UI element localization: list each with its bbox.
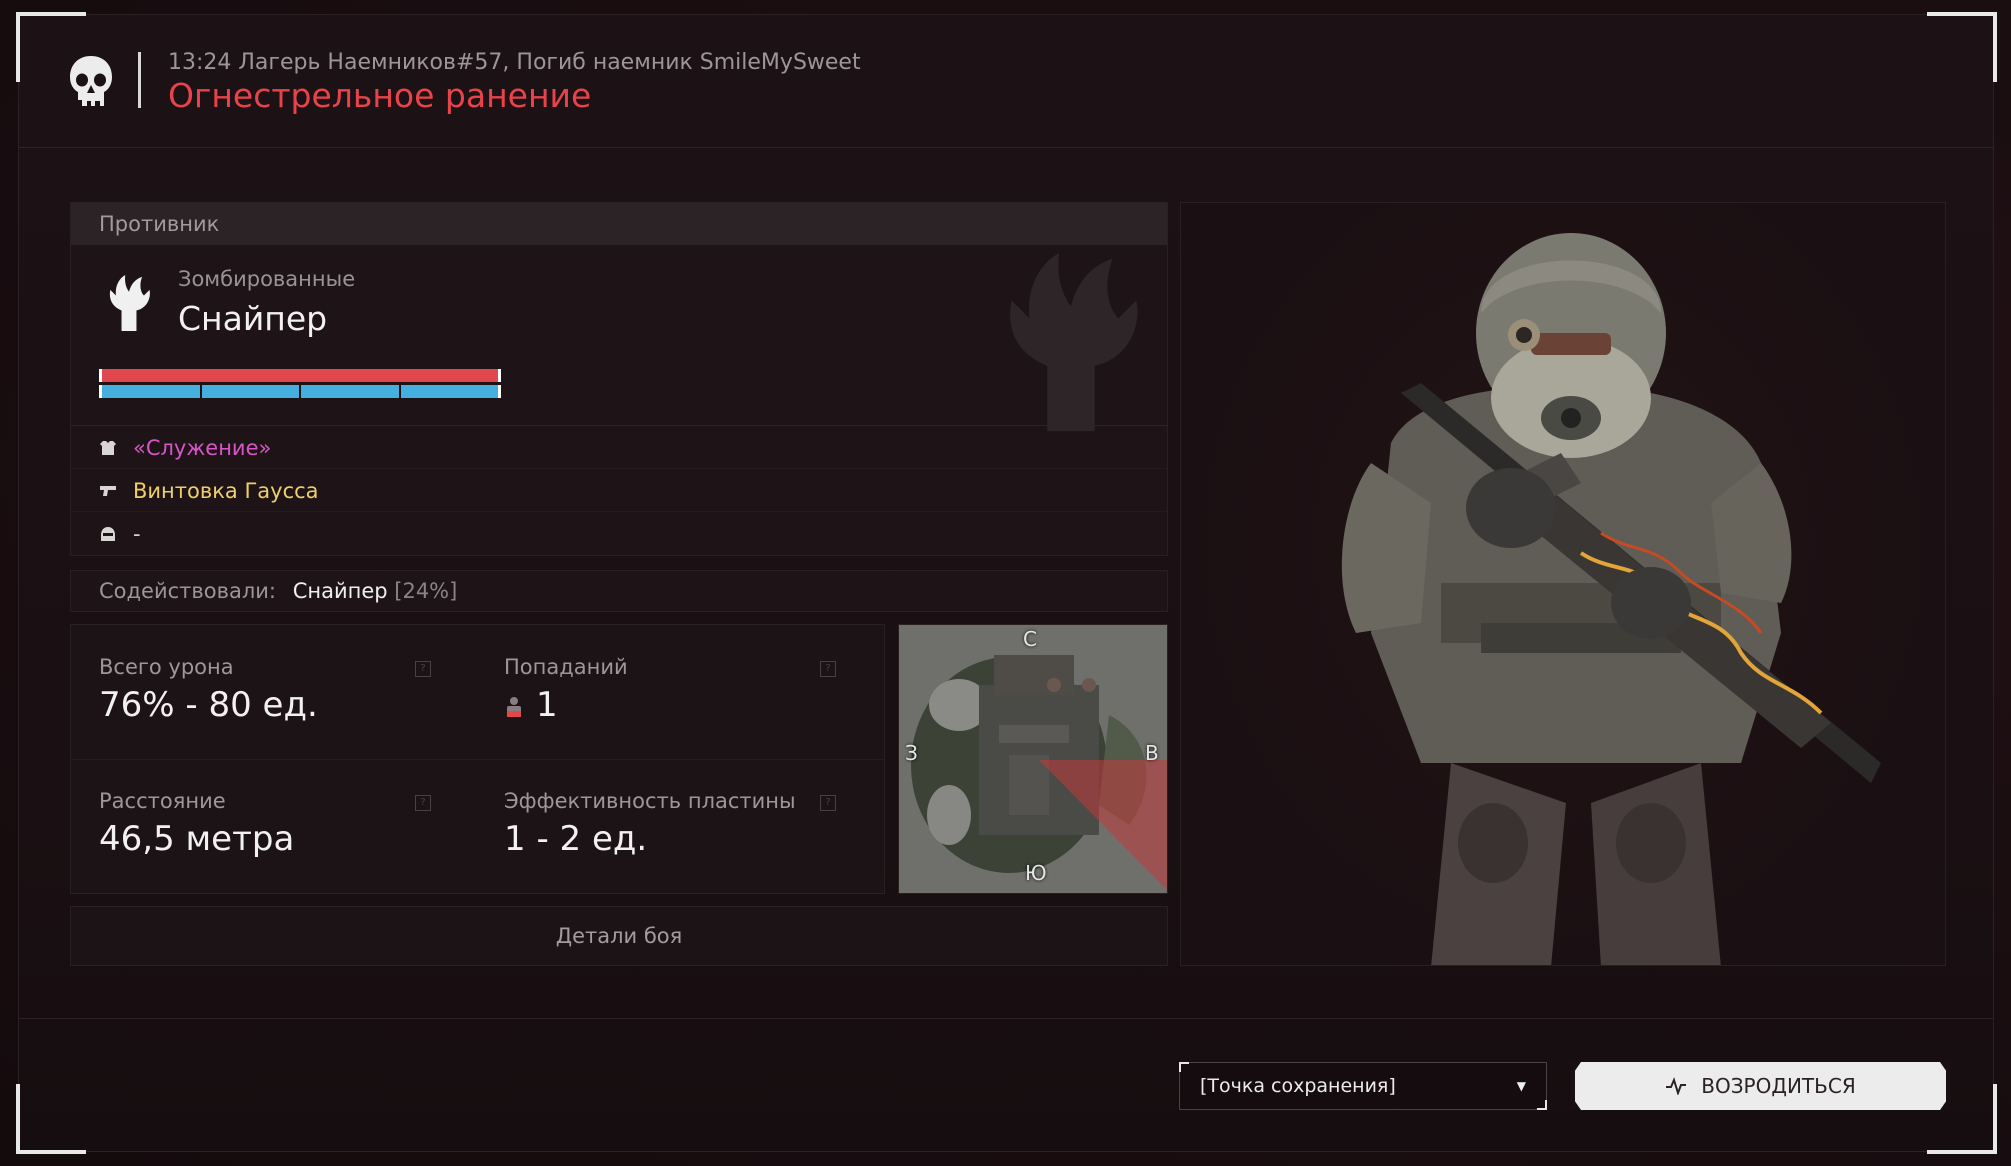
stat-value: 46,5 метра (99, 819, 295, 859)
assist-row: Содействовали: Снайпер [24%] (70, 570, 1168, 612)
stat-hits: Попаданий 1 ? (476, 625, 846, 745)
equipment-weapon-row: Винтовка Гаусса (99, 476, 319, 506)
zombified-faction-icon (109, 275, 150, 331)
equipment-helmet-row: - (99, 519, 141, 549)
chevron-down-icon: ▼ (1516, 1079, 1526, 1093)
pulse-icon (1666, 1077, 1687, 1095)
stat-total-damage: Всего урона 76% - 80 ед. ? (71, 625, 441, 745)
compass-north: С (1023, 627, 1037, 651)
skull-icon (70, 56, 112, 106)
assist-label: Содействовали: (99, 579, 276, 603)
hits-count: 1 (536, 685, 558, 725)
soldier-model-image (1341, 233, 1881, 965)
help-icon[interactable]: ? (415, 795, 431, 811)
footer-divider (18, 1018, 1994, 1019)
death-cause-title: Огнестрельное ранение (168, 76, 592, 115)
enemy-status-bars (99, 369, 501, 398)
stat-label: Эффективность пластины (504, 789, 796, 813)
compass-east: В (1145, 741, 1159, 765)
assist-name: Снайпер (292, 579, 388, 603)
stat-value: 76% - 80 ед. (99, 685, 318, 725)
equipment-row-divider (71, 468, 1167, 469)
stat-plate-efficiency: Эффективность пластины 1 - 2 ед. ? (476, 759, 846, 879)
combat-stats: Всего урона 76% - 80 ед. ? Попаданий 1 ?… (70, 624, 885, 894)
spawn-point-select[interactable]: [Точка сохранения] ▼ (1179, 1062, 1547, 1110)
enemy-name: Снайпер (178, 299, 328, 338)
faction-watermark-icon (1010, 252, 1138, 432)
enemy-health-bar (99, 369, 501, 382)
armor-icon (100, 441, 116, 455)
assist-percent: [24%] (394, 579, 458, 603)
frame-corner-bottom-left (16, 1084, 86, 1154)
event-log-line: 13:24 Лагерь Наемников#57, Погиб наемник… (168, 50, 861, 75)
help-icon[interactable]: ? (820, 661, 836, 677)
stat-label: Расстояние (99, 789, 226, 813)
enemy-section-label: Противник (71, 203, 1167, 245)
equipment-row-divider (71, 511, 1167, 512)
killer-portrait (1180, 202, 1946, 966)
equipment-armor-row: «Служение» (99, 433, 271, 463)
help-icon[interactable]: ? (415, 661, 431, 677)
help-icon[interactable]: ? (820, 795, 836, 811)
header-separator (138, 52, 141, 108)
enemy-card: Противник Зомбированные Снайпер «Служени… (70, 202, 1168, 556)
battle-details-button[interactable]: Детали боя (70, 906, 1168, 966)
equipment-helmet-name: - (133, 522, 141, 546)
spawn-point-value: [Точка сохранения] (1200, 1075, 1396, 1097)
stat-value: 1 (504, 685, 558, 725)
equipment-armor-name: «Служение» (133, 436, 272, 460)
minimap-image (899, 625, 1167, 893)
respawn-button[interactable]: ВОЗРОДИТЬСЯ (1575, 1062, 1946, 1110)
equipment-divider (71, 425, 1167, 426)
helmet-icon (101, 527, 115, 541)
stat-value: 1 - 2 ед. (504, 819, 648, 859)
body-hit-icon (507, 696, 521, 717)
death-header: 13:24 Лагерь Наемников#57, Погиб наемник… (18, 14, 1994, 148)
stat-label: Попаданий (504, 655, 628, 679)
kill-minimap[interactable]: С Ю З В (898, 624, 1168, 894)
stat-distance: Расстояние 46,5 метра ? (71, 759, 441, 879)
enemy-armor-bar (99, 385, 501, 398)
compass-south: Ю (1025, 861, 1047, 885)
respawn-label: ВОЗРОДИТЬСЯ (1701, 1074, 1856, 1098)
compass-west: З (905, 741, 918, 765)
stat-label: Всего урона (99, 655, 234, 679)
gun-icon (100, 486, 116, 496)
equipment-weapon-name: Винтовка Гаусса (133, 479, 319, 503)
enemy-faction: Зомбированные (178, 267, 356, 291)
